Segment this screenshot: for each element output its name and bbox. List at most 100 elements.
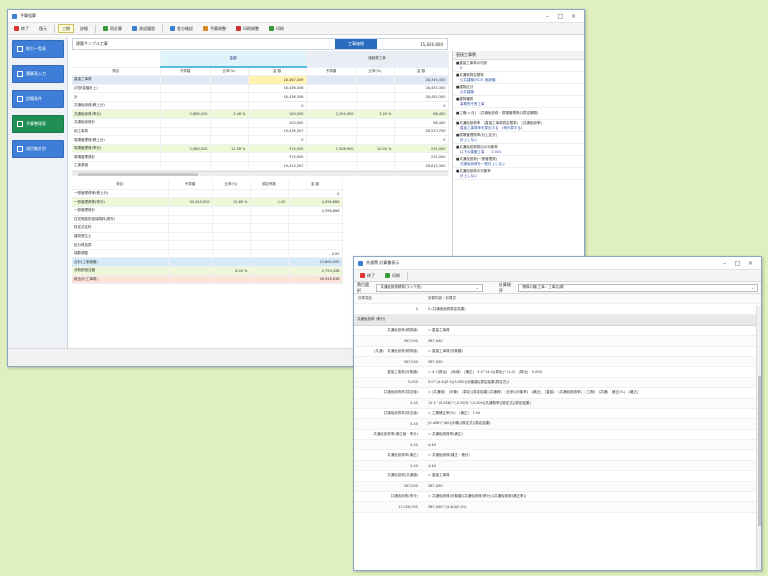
- cell-value[interactable]: [250, 206, 289, 216]
- cell-value[interactable]: [250, 189, 289, 199]
- preview-toolbar-button-1[interactable]: 印刷: [381, 271, 404, 280]
- cell-value[interactable]: 1.00: [250, 197, 289, 207]
- maximize-icon[interactable]: □: [731, 260, 744, 267]
- cell-value[interactable]: 23,804,500: [288, 257, 343, 268]
- cell-value[interactable]: [212, 223, 251, 233]
- cell-value[interactable]: [356, 152, 395, 163]
- preview-row[interactable]: 4.40 12.1^(0.458)^(-0.503)^(4.200)(共通費率)(…: [354, 398, 761, 409]
- cell-value[interactable]: 0: [248, 101, 307, 111]
- section-value[interactable]: 以下の建築工事 0.001: [456, 150, 584, 155]
- cell-value[interactable]: [160, 84, 211, 94]
- cell-value[interactable]: 10.89 %: [212, 197, 251, 207]
- cell-value[interactable]: [160, 75, 211, 85]
- tab-amount[interactable]: 金額: [160, 51, 307, 68]
- cell-value[interactable]: 19,410,307: [248, 161, 307, 171]
- preview-row[interactable]: (共通) 共通仮設費(積算値) = 直接工事費(対象額): [354, 347, 761, 357]
- sidebar-item-0[interactable]: 取引一覧表: [12, 40, 64, 58]
- preview-scrollbar[interactable]: [756, 306, 761, 570]
- cell-value[interactable]: 231,000: [394, 152, 449, 163]
- cell-value[interactable]: 4,396,866: [288, 206, 343, 216]
- cell-value[interactable]: 68,400: [394, 118, 449, 128]
- cell-value[interactable]: [212, 232, 251, 242]
- cell-value[interactable]: [306, 92, 357, 102]
- cell-value[interactable]: 100,000: [248, 109, 307, 120]
- close-window-icon[interactable]: ×: [567, 13, 580, 20]
- table-row[interactable]: 現場管理費計 374,000 231,000: [72, 152, 449, 163]
- cell-value[interactable]: [168, 223, 213, 233]
- section-value[interactable]: 0: [456, 66, 584, 70]
- section-value[interactable]: 計上しない: [456, 174, 584, 179]
- cell-value[interactable]: [212, 249, 251, 259]
- cell-value[interactable]: [288, 215, 343, 225]
- scroll-thumb[interactable]: [758, 376, 761, 526]
- cell-value[interactable]: 28,523,700: [394, 127, 449, 137]
- cell-value[interactable]: 34,445,520: [168, 197, 213, 207]
- close-window-icon[interactable]: ×: [744, 260, 757, 267]
- cell-value[interactable]: 3.20 %: [356, 109, 395, 120]
- cell-value[interactable]: [210, 101, 249, 111]
- cell-value[interactable]: [356, 75, 395, 85]
- cell-value[interactable]: 26,928,636: [288, 275, 343, 285]
- cell-value[interactable]: [210, 135, 249, 145]
- preview-row[interactable]: 387,000 387,000: [354, 336, 761, 347]
- section-value[interactable]: 事務所庁舎工事: [456, 102, 584, 107]
- table-row[interactable]: 一般管理費等(積上分) 0: [72, 189, 343, 199]
- table-row[interactable]: 端数調整 0.00: [72, 249, 343, 259]
- cell-value[interactable]: [212, 257, 251, 268]
- table-row[interactable]: (内訳金額計上) 18,436,308 28,455,300: [72, 84, 449, 94]
- cell-value[interactable]: [250, 240, 289, 250]
- toolbar-button-9[interactable]: 印刷: [265, 24, 288, 33]
- preview-row[interactable]: 4.40 4.40: [354, 440, 761, 451]
- preview-row[interactable]: 共通仮設費(積算値) = 直接工事費: [354, 326, 761, 337]
- maximize-icon[interactable]: □: [554, 13, 567, 20]
- tab-overhead[interactable]: 諸経費工事: [306, 51, 449, 68]
- cell-value[interactable]: [356, 101, 395, 111]
- cell-value[interactable]: 28,615,300: [394, 161, 449, 171]
- cell-value[interactable]: [168, 240, 213, 250]
- cell-value[interactable]: [356, 135, 395, 145]
- cell-value[interactable]: 2,793,438: [288, 266, 343, 276]
- cell-value[interactable]: 0: [394, 101, 449, 111]
- preview-row[interactable]: 共通仮設費率(算定値) = (共通費) (対象) (算定)(算定結果)(共通費) …: [354, 388, 761, 399]
- cell-value[interactable]: [160, 118, 211, 128]
- filter-select[interactable]: 共通仮設費積算(ランク別) ⌄: [376, 283, 483, 292]
- table-row[interactable]: 現場管理費(率分) 2,980,020 12.56 % 374,000 2,308,90…: [72, 144, 449, 154]
- cell-value[interactable]: 0: [394, 135, 449, 145]
- cell-value[interactable]: [210, 92, 249, 102]
- preview-row[interactable]: 共通仮設費率(算定値) = 工期補正率(%) (補正) 7.00: [354, 409, 761, 420]
- section-value[interactable]: 計上しない: [456, 138, 584, 143]
- cell-value[interactable]: [168, 257, 213, 268]
- table-row[interactable]: 共通仮設費計 100,000 68,400: [72, 118, 449, 128]
- toolbar-button-8[interactable]: 印刷調整: [232, 24, 263, 33]
- cell-value[interactable]: [210, 118, 249, 128]
- toolbar-button-3[interactable]: 詳細: [76, 24, 92, 33]
- cell-value[interactable]: [288, 223, 343, 233]
- cell-value[interactable]: [160, 92, 211, 102]
- cell-value[interactable]: 374,000: [248, 152, 307, 163]
- cell-value[interactable]: [160, 135, 211, 145]
- sidebar-item-1[interactable]: 積算表入力: [12, 65, 64, 83]
- cell-value[interactable]: 10.00 %: [356, 144, 395, 154]
- toolbar-button-2[interactable]: 三期: [58, 24, 74, 33]
- table-row[interactable]: 共通仮設費(積上分) 0 0: [72, 101, 449, 111]
- preview-row[interactable]: 共通仮設費(共通額) = 直接工事費: [354, 471, 761, 482]
- toolbar-button-1[interactable]: 復元: [35, 24, 51, 33]
- upper-h-scrollbar[interactable]: [72, 170, 448, 176]
- section-value[interactable]: 公共建築(RC/S 造新築): [456, 78, 584, 83]
- cell-value[interactable]: 4,396,866: [288, 197, 343, 207]
- cell-value[interactable]: [306, 127, 357, 137]
- table-row[interactable]: 現場管理費(積上分) 0 0: [72, 135, 449, 145]
- cell-value[interactable]: 28,455,300: [394, 84, 449, 94]
- cell-value[interactable]: 2,980,020: [160, 144, 211, 154]
- cell-value[interactable]: [250, 215, 289, 225]
- sidebar-item-3[interactable]: 予算整理表: [12, 115, 64, 133]
- preview-row[interactable]: 共通仮設費率(補正値・率分) = 共通仮設費率(補正): [354, 430, 761, 441]
- cell-value[interactable]: [250, 257, 289, 268]
- cell-value[interactable]: 68,400: [394, 109, 449, 120]
- cell-value[interactable]: 18,436,308: [248, 84, 307, 94]
- section-value[interactable]: 公共建築: [456, 90, 584, 95]
- cell-value[interactable]: [168, 189, 213, 199]
- preview-row[interactable]: 4.40 (0.458)^(60)(対象)(算定式)(算定結果): [354, 419, 761, 430]
- cell-value[interactable]: 28,345,450: [394, 75, 449, 85]
- table-row[interactable]: 純工事費 19,036,307 28,523,700: [72, 127, 449, 137]
